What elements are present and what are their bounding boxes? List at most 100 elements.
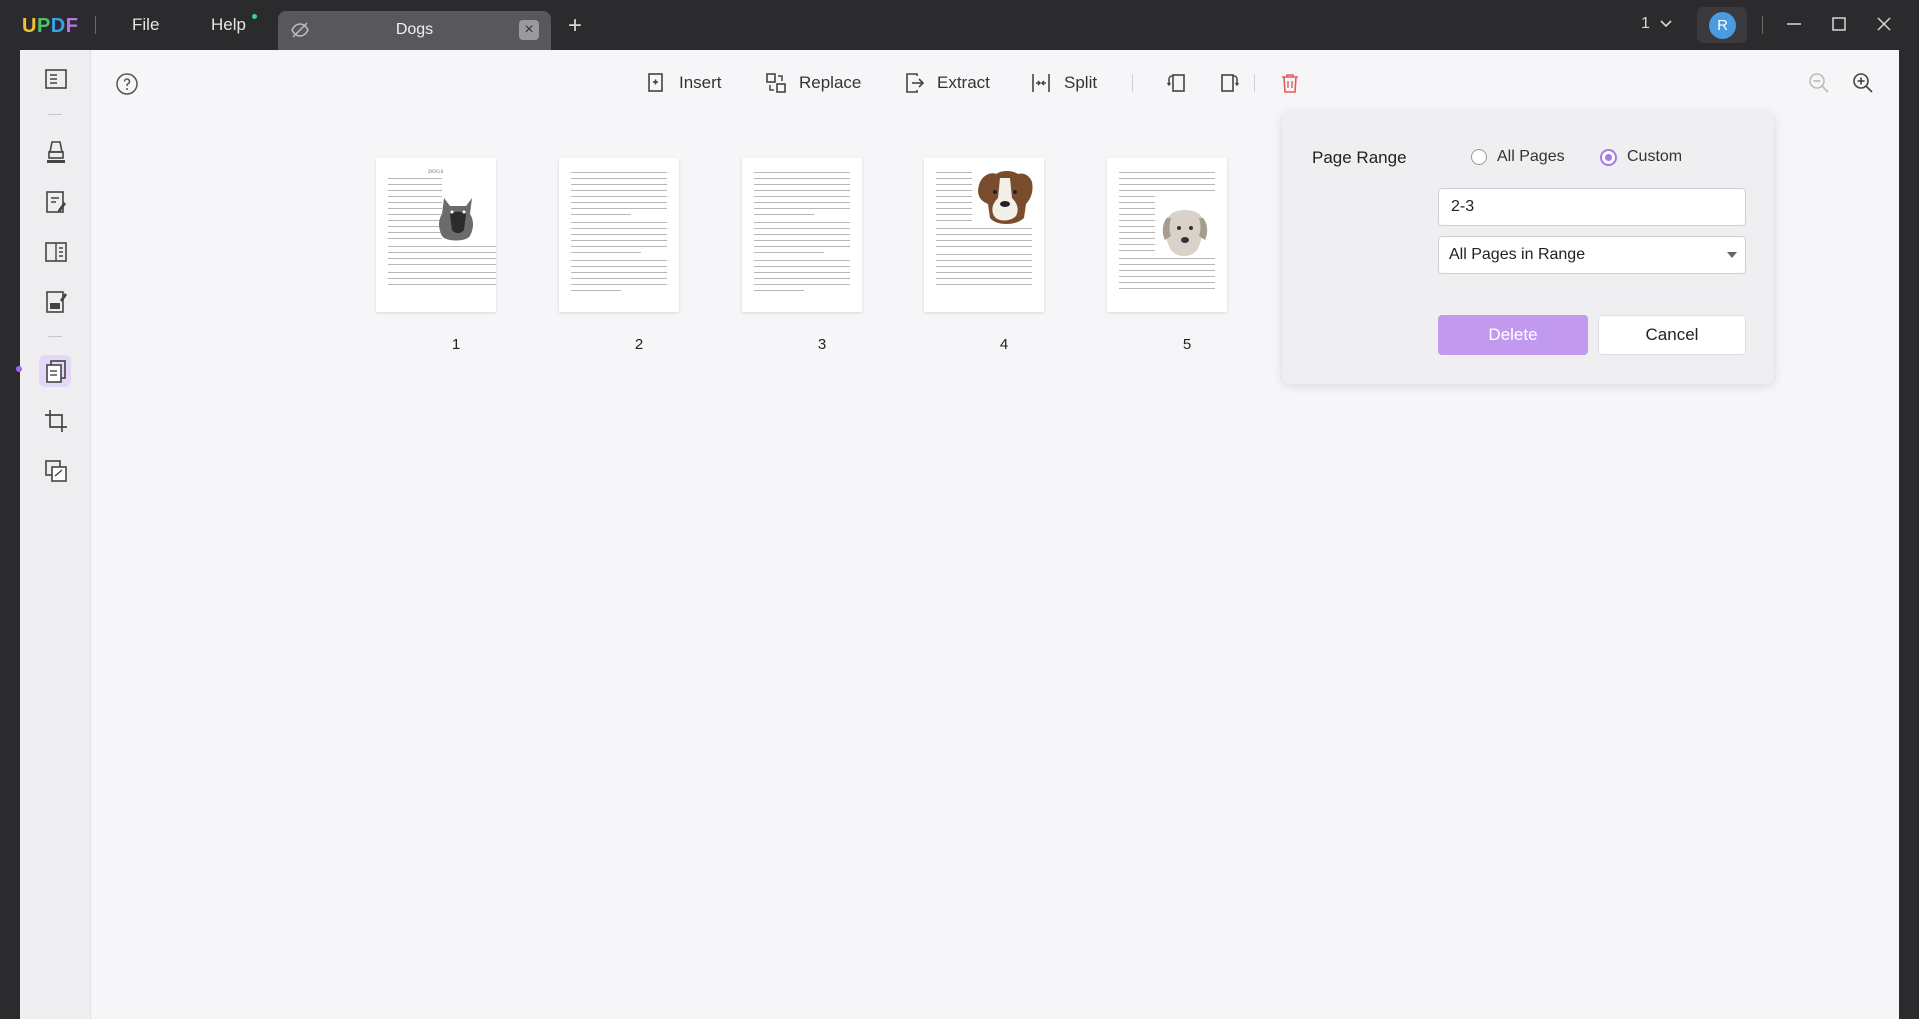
thumbnail-text-line xyxy=(571,278,667,279)
thumbnail-text-line xyxy=(388,284,496,285)
replace-label: Replace xyxy=(799,73,862,92)
thumbnail-text-line xyxy=(571,240,667,241)
menu-file[interactable]: File xyxy=(132,15,159,35)
thumbnail-text-line xyxy=(388,232,442,233)
thumbnail-text-line xyxy=(754,266,850,267)
delete-button[interactable]: Delete xyxy=(1438,315,1588,355)
thumbnail-text-line xyxy=(1119,208,1155,209)
thumbnail-text-line xyxy=(754,214,814,215)
rail-separator xyxy=(48,114,62,115)
thumbnail-text-line xyxy=(571,228,667,229)
thumbnail-text-line xyxy=(936,172,972,173)
radio-all-pages[interactable]: All Pages xyxy=(1471,148,1565,166)
account-button[interactable]: R xyxy=(1697,7,1747,43)
replace-button[interactable]: Replace xyxy=(765,70,861,96)
thumbnail-text-line xyxy=(1119,226,1155,227)
thumbnail-text-line xyxy=(1119,184,1215,185)
thumbnail-text-line xyxy=(388,208,442,209)
minimize-icon[interactable] xyxy=(1782,12,1806,36)
thumbnail-text-line xyxy=(1119,196,1155,197)
thumbnail-text-line xyxy=(1119,220,1155,221)
window-count[interactable]: 1 xyxy=(1641,15,1650,33)
thumbnail-text-line xyxy=(388,214,442,215)
thumbnail-text-line xyxy=(936,178,972,179)
updf-logo[interactable]: UPDF xyxy=(22,15,78,38)
radio-custom[interactable]: Custom xyxy=(1600,148,1682,166)
thumbnail-text-line xyxy=(754,234,850,235)
combine-icon[interactable] xyxy=(42,457,70,485)
highlighter-icon[interactable] xyxy=(42,138,70,166)
edit-pdf-icon[interactable] xyxy=(42,188,70,216)
new-tab-button[interactable]: + xyxy=(568,14,582,38)
form-icon[interactable] xyxy=(42,238,70,266)
thumbnail-text-line xyxy=(754,196,850,197)
thumbnail-text-line xyxy=(936,184,972,185)
close-window-icon[interactable] xyxy=(1872,12,1896,36)
split-label: Split xyxy=(1064,73,1098,92)
page-number-5: 5 xyxy=(1182,336,1192,353)
left-tool-rail xyxy=(16,50,91,1019)
thumbnail-text-line xyxy=(936,234,1032,235)
page-thumbnail-5[interactable] xyxy=(1107,158,1227,312)
organize-pages-icon[interactable] xyxy=(42,357,70,385)
page-thumbnail-4[interactable] xyxy=(924,158,1044,312)
page-range-input[interactable]: 2-3 xyxy=(1438,188,1746,226)
menu-help[interactable]: Help xyxy=(211,15,246,35)
thumbnail-text-line xyxy=(754,278,850,279)
reader-icon[interactable] xyxy=(42,65,70,93)
thumbnail-text-line xyxy=(571,208,667,209)
thumbnail-text-line xyxy=(388,258,496,259)
thumbnail-text-line xyxy=(571,284,667,285)
crop-icon[interactable] xyxy=(42,407,70,435)
rotate-right-icon[interactable] xyxy=(1216,70,1252,96)
zoom-out-icon[interactable] xyxy=(1808,70,1842,96)
thumbnail-text-line xyxy=(936,196,972,197)
page-number-2: 2 xyxy=(634,336,644,353)
thumbnail-text-line xyxy=(388,264,496,265)
thumbnail-text-line xyxy=(571,266,667,267)
close-tab-icon[interactable]: × xyxy=(519,20,539,40)
thumbnail-text-line xyxy=(754,190,850,191)
split-button[interactable]: Split xyxy=(1030,70,1097,96)
maximize-icon[interactable] xyxy=(1827,12,1851,36)
thumbnail-text-line xyxy=(1119,214,1155,215)
thumbnail-text-line xyxy=(1119,190,1215,191)
fill-sign-icon[interactable] xyxy=(42,288,70,316)
thumbnail-text-line xyxy=(1119,264,1215,265)
page-number-4: 4 xyxy=(999,336,1009,353)
page-thumbnail-3[interactable] xyxy=(742,158,862,312)
chevron-down-icon[interactable] xyxy=(1658,16,1674,37)
thumbnail-text-line xyxy=(754,252,824,253)
page-thumbnail-1[interactable]: DOGS xyxy=(376,158,496,312)
thumbnail-text-line xyxy=(388,196,442,197)
radio-circle[interactable] xyxy=(1471,149,1487,165)
thumbnail-text-line xyxy=(936,208,972,209)
thumbnail-text-line xyxy=(936,254,1032,255)
thumbnail-text-line xyxy=(1119,250,1155,251)
rotate-left-icon[interactable] xyxy=(1166,70,1202,96)
thumbnail-text-line xyxy=(936,266,1032,267)
thumbnail-text-line xyxy=(936,278,1032,279)
thumbnail-text-line xyxy=(571,202,667,203)
thumbnail-text-line xyxy=(754,172,850,173)
page-range-title: Page Range xyxy=(1312,148,1407,167)
radio-circle-selected[interactable] xyxy=(1600,148,1617,166)
thumbnail-text-line xyxy=(571,214,631,215)
trash-icon[interactable] xyxy=(1279,70,1313,96)
zoom-in-icon[interactable] xyxy=(1852,70,1886,96)
cancel-button[interactable]: Cancel xyxy=(1598,315,1746,355)
extract-button[interactable]: Extract xyxy=(903,70,990,96)
title-separator xyxy=(95,16,96,34)
insert-label: Insert xyxy=(679,73,722,92)
insert-button[interactable]: Insert xyxy=(645,70,722,96)
help-icon[interactable] xyxy=(115,72,139,101)
thumbnail-text-line xyxy=(936,272,1032,273)
thumbnail-text-line xyxy=(754,208,850,209)
document-tab[interactable]: Dogs × xyxy=(278,11,551,50)
thumbnail-text-line xyxy=(754,290,804,291)
range-subset-select[interactable]: All Pages in Range xyxy=(1438,236,1746,274)
thumbnail-text-line xyxy=(388,184,442,185)
thumbnail-text-line xyxy=(1119,288,1215,289)
thumbnail-text-line xyxy=(388,220,442,221)
page-thumbnail-2[interactable] xyxy=(559,158,679,312)
